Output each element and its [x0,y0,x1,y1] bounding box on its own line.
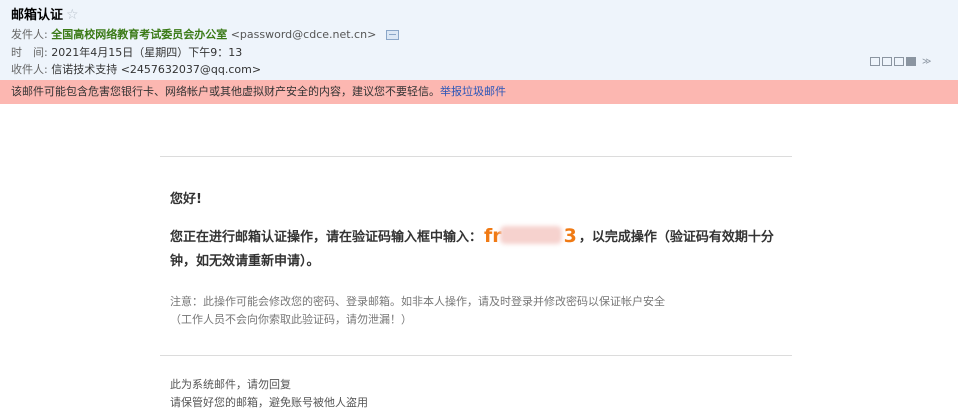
from-label: 发件人: [11,28,48,41]
email-header: 邮箱认证 ☆ 发件人: 全国高校网络教育考试委员会办公室 <password@cd… [0,0,958,80]
star-icon[interactable]: ☆ [66,7,79,23]
greeting: 您好! [170,192,202,207]
subject-text: 邮箱认证 [11,8,64,23]
verification-instructions: 您正在进行邮箱认证操作，请在验证码输入框中输入： fr 3 ，以完成操作（验证码有效期… [170,224,774,274]
new-window-icon[interactable] [882,57,892,66]
time-row: 时 间: 2021年4月15日（星期四）下午9：13 [11,44,242,60]
time-value: 2021年4月15日（星期四）下午9：13 [51,46,243,59]
code-redaction-blur [500,226,563,244]
warning-text: 该邮件可能包含危害您银行卡、网络帐户或其他虚拟财产安全的内容，建议您不要轻信。 [11,85,440,98]
email-subject: 邮箱认证 ☆ [11,4,79,23]
print-preview-icon[interactable] [894,57,904,66]
sender-address[interactable]: <password@cdce.net.cn> [231,28,377,41]
footer-line-1: 此为系统邮件，请勿回复 [170,378,291,391]
code-start: fr [484,225,502,247]
email-footer: 此为系统邮件，请勿回复 请保管好您的邮箱，避免账号被他人盗用 [170,376,368,412]
recipient-value[interactable]: 信诺技术支持 <2457632037@qq.com> [51,63,261,76]
verification-code: fr 3 [484,224,577,248]
from-row: 发件人: 全国高校网络教育考试委员会办公室 <password@cdce.net… [11,26,399,42]
to-row: 收件人: 信诺技术支持 <2457632037@qq.com> [11,61,261,77]
print-icon[interactable] [906,57,916,66]
footer-line-2: 请保管好您的邮箱，避免账号被他人盗用 [170,396,368,409]
header-toolbar: ≫ [870,57,931,69]
sender-name-link[interactable]: 全国高校网络教育考试委员会办公室 [51,28,227,41]
security-note: 注意：此操作可能会修改您的密码、登录邮箱。如非本人操作，请及时登录并修改密码以保… [170,293,665,329]
instruction-line-1: 您正在进行邮箱认证操作，请在验证码输入框中输入： fr 3 ，以完成操作（验证码有效期… [170,224,774,250]
instruction-text-before: 您正在进行邮箱认证操作，请在验证码输入框中输入： [170,230,483,245]
security-warning-banner: 该邮件可能包含危害您银行卡、网络帐户或其他虚拟财产安全的内容，建议您不要轻信。举… [0,80,958,104]
content-divider-bottom [160,355,792,356]
note-line-2: （工作人员不会向你索取此验证码，请勿泄漏！） [170,313,412,326]
time-label: 时 间: [11,46,48,59]
restore-window-icon[interactable] [870,57,880,66]
contact-card-icon[interactable] [385,30,399,40]
code-end: 3 [563,225,577,247]
chevron-down-icon[interactable]: ≫ [922,57,931,67]
report-spam-link[interactable]: 举报垃圾邮件 [440,85,506,98]
instruction-text-after: ，以完成操作（验证码有效期十分 [578,230,774,245]
instruction-line-2: 钟，如无效请重新申请）。 [170,254,320,269]
note-line-1: 注意：此操作可能会修改您的密码、登录邮箱。如非本人操作，请及时登录并修改密码以保… [170,295,665,308]
content-divider-top [160,156,792,157]
to-label: 收件人: [11,63,48,76]
